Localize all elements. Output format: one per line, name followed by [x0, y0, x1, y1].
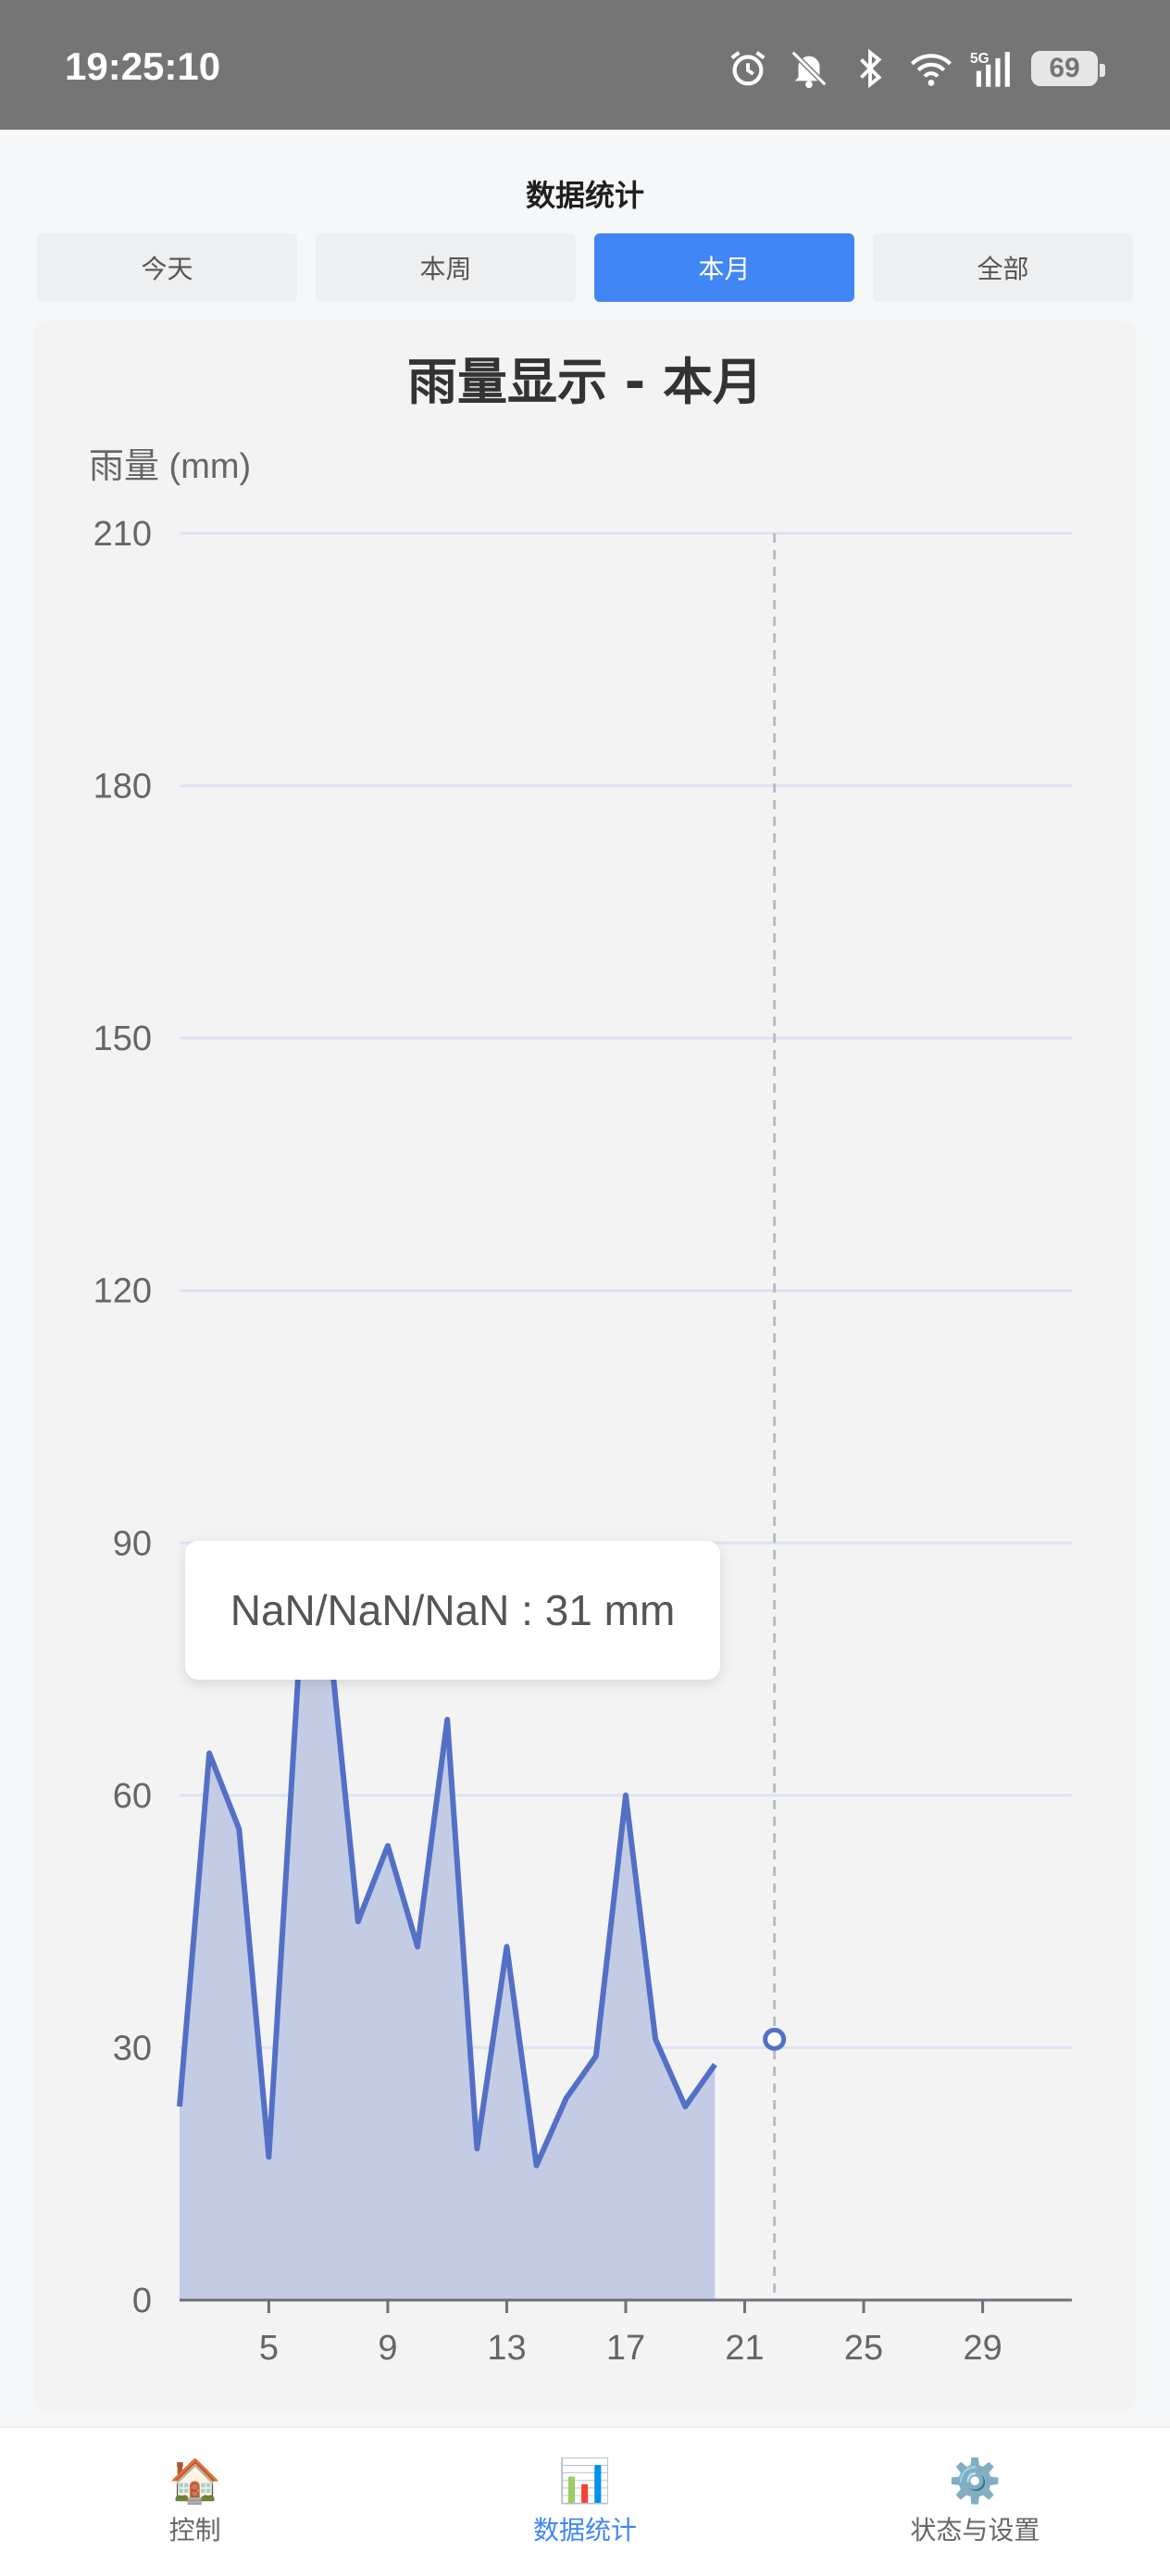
tab-week[interactable]: 本周: [316, 233, 576, 302]
nav-settings[interactable]: ⚙️ 状态与设置: [780, 2428, 1170, 2576]
status-bar: 19:25:10 5G 69: [0, 0, 1170, 130]
y-tick-label: 0: [132, 2282, 152, 2320]
bluetooth-icon: [848, 46, 892, 91]
y-tick-label: 30: [113, 2029, 152, 2068]
period-tabs: 今天 本周 本月 全部: [37, 233, 1133, 302]
status-time: 19:25:10: [65, 44, 221, 88]
status-icons: 5G 69: [726, 43, 1105, 94]
bottom-nav: 🏠 控制 📊 数据统计 ⚙️ 状态与设置: [0, 2426, 1170, 2576]
home-icon: 🏠: [168, 2456, 222, 2506]
chart-tooltip: NaN/NaN/NaN : 31 mm: [185, 1541, 720, 1680]
wifi-icon: [909, 46, 953, 91]
x-tick-label: 17: [606, 2329, 645, 2368]
tab-month[interactable]: 本月: [594, 233, 854, 302]
x-tick-label: 5: [259, 2329, 279, 2368]
x-tick-label: 25: [844, 2329, 883, 2368]
page-title: 数据统计: [525, 178, 644, 213]
y-tick-label: 60: [113, 1777, 152, 1816]
bar-chart-icon: 📊: [558, 2456, 612, 2506]
nav-statistics[interactable]: 📊 数据统计: [390, 2428, 779, 2576]
battery-level: 69: [1049, 53, 1080, 83]
x-tick-label: 21: [725, 2329, 764, 2368]
nav-label-control: 控制: [168, 2515, 221, 2545]
x-tick-label: 13: [487, 2329, 526, 2368]
nav-label-settings: 状态与设置: [910, 2515, 1040, 2545]
y-axis-label: 雨量 (mm): [89, 447, 251, 486]
tab-all[interactable]: 全部: [873, 233, 1133, 302]
nav-label-statistics: 数据统计: [532, 2515, 637, 2545]
tab-today[interactable]: 今天: [37, 233, 297, 302]
nav-control[interactable]: 🏠 控制: [0, 2428, 390, 2576]
y-tick-label: 90: [113, 1524, 152, 1563]
y-tick-label: 180: [93, 768, 152, 807]
rainfall-chart-card: 雨量显示 - 本月 雨量 (mm) 0 30 60 90 120 150 180 210 5 9 13…: [33, 320, 1137, 2413]
rainfall-chart[interactable]: 雨量 (mm) 0 30 60 90 120 150 180 210 5 9 13 17 21 25 29: [33, 320, 1137, 2413]
y-tick-label: 150: [93, 1019, 152, 1058]
y-tick-label: 210: [93, 515, 152, 554]
battery-icon: 69: [1031, 51, 1105, 86]
y-tick-label: 120: [93, 1272, 152, 1311]
x-tick-label: 29: [963, 2329, 1002, 2368]
gear-icon: ⚙️: [948, 2456, 1002, 2506]
signal-5g-icon: 5G: [970, 46, 1014, 91]
mute-icon: [787, 46, 831, 91]
svg-text:5G: 5G: [970, 51, 990, 67]
alarm-icon: [726, 46, 770, 91]
highlight-point: [763, 2027, 787, 2051]
x-tick-label: 9: [378, 2329, 397, 2368]
